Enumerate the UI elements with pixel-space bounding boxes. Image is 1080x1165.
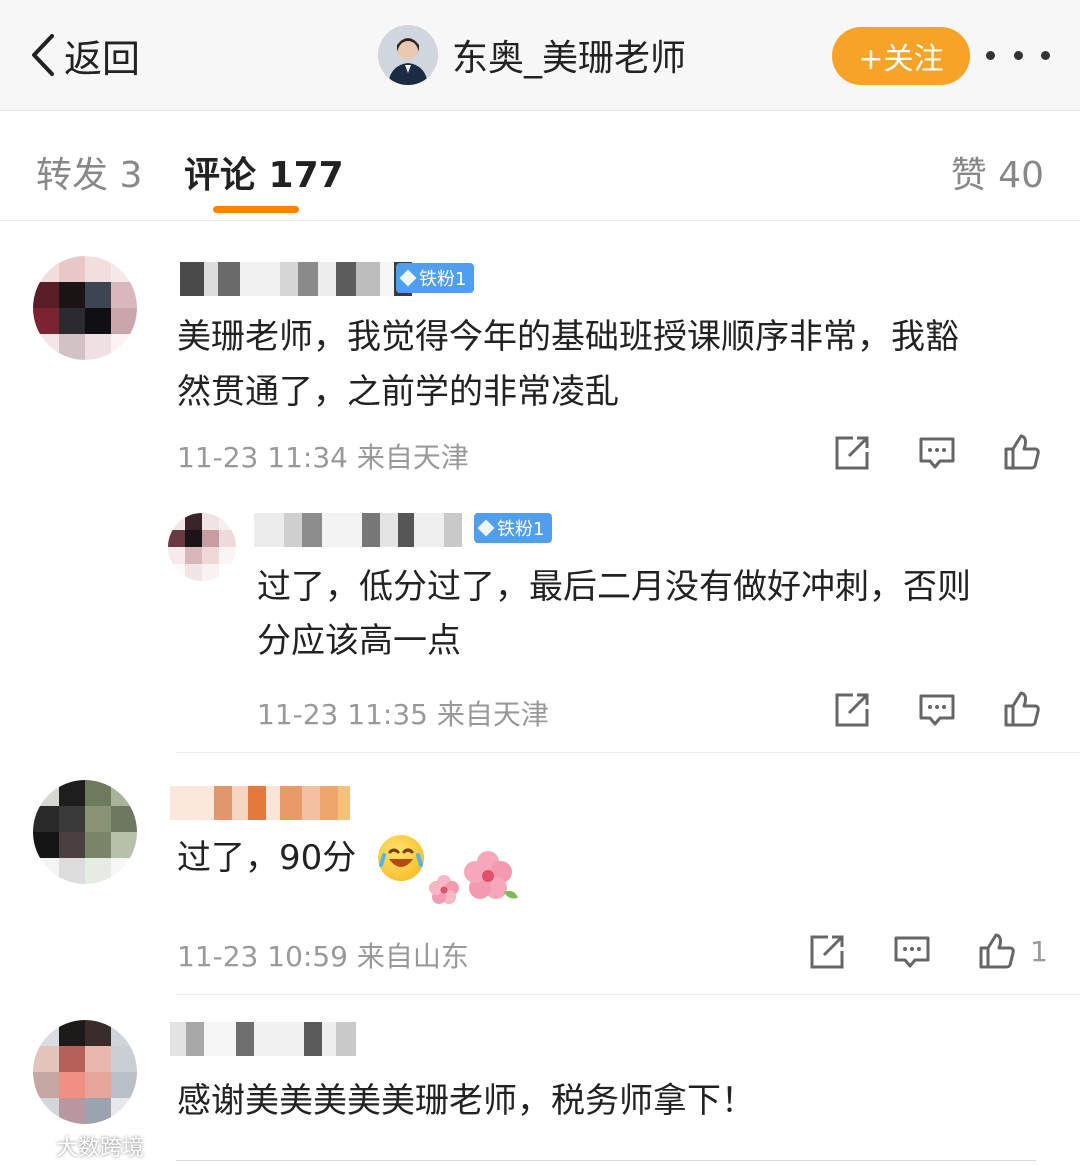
tab-like[interactable]: 赞 40 xyxy=(951,146,1044,198)
like-icon[interactable] xyxy=(1003,690,1041,728)
back-chevron-icon xyxy=(32,34,54,76)
like-icon[interactable] xyxy=(1003,433,1041,471)
comment-text-line: 过了，低分过了，最后二月没有做好冲刺，否则 xyxy=(257,567,971,607)
tab-repost[interactable]: 转发 3 xyxy=(36,146,142,198)
partial-action-row xyxy=(176,1160,1036,1161)
diamond-icon xyxy=(399,269,417,287)
watermark: 大数跨境 xyxy=(10,1130,144,1162)
fan-badge-label: 铁粉1 xyxy=(497,519,545,540)
comment-text-line: 分应该高一点 xyxy=(257,621,461,661)
share-icon[interactable] xyxy=(808,933,846,971)
laughing-emoji-icon xyxy=(378,835,424,881)
tab-bar: 转发 3 评论 177 赞 40 xyxy=(0,112,1080,221)
flower-icon xyxy=(429,851,518,904)
comment-icon[interactable] xyxy=(918,691,956,729)
like-count: 1 xyxy=(1030,935,1048,968)
comment-meta: 11-23 11:35 来自天津 xyxy=(257,698,549,731)
comment-divider xyxy=(176,994,1080,995)
watermark-logo-icon xyxy=(12,1136,48,1156)
account-name: 东奥_美珊老师 xyxy=(452,38,687,79)
fan-badge-label: 铁粉1 xyxy=(419,269,467,290)
comment-text-line: 过了，90分 xyxy=(177,838,357,878)
commenter-username-blurred[interactable] xyxy=(180,262,412,296)
back-label: 返回 xyxy=(64,36,141,81)
active-tab-indicator xyxy=(213,206,299,213)
watermark-text: 大数跨境 xyxy=(56,1136,145,1161)
comment-icon[interactable] xyxy=(893,933,931,971)
follow-button[interactable]: +关注 xyxy=(832,27,970,85)
more-dots-icon[interactable] xyxy=(986,44,1050,66)
commenter-avatar[interactable] xyxy=(33,1020,137,1124)
commenter-avatar[interactable] xyxy=(33,256,137,360)
share-icon[interactable] xyxy=(833,691,871,729)
comment-text-line: 感谢美美美美美珊老师，税务师拿下！ xyxy=(177,1081,755,1121)
fan-badge: 铁粉1 xyxy=(474,513,553,543)
fan-badge: 铁粉1 xyxy=(396,263,475,293)
comment-text-line: 然贯通了，之前学的非常凌乱 xyxy=(177,372,619,412)
commenter-username-blurred[interactable] xyxy=(254,513,462,547)
commenter-username-blurred[interactable] xyxy=(170,1022,356,1056)
share-icon[interactable] xyxy=(833,434,871,472)
comment-meta: 11-23 11:34 来自天津 xyxy=(177,441,469,474)
back-button[interactable]: 返回 xyxy=(28,30,141,81)
comment-icon[interactable] xyxy=(918,434,956,472)
diamond-icon xyxy=(477,519,495,537)
like-icon[interactable] xyxy=(978,932,1016,970)
comment-divider xyxy=(176,752,1080,753)
top-nav-bar: 返回 东奥_美珊老师 +关注 xyxy=(0,0,1080,111)
tab-comment[interactable]: 评论 177 xyxy=(184,146,344,198)
account-header[interactable]: 东奥_美珊老师 xyxy=(378,24,686,86)
commenter-avatar[interactable] xyxy=(33,780,137,884)
comment-meta: 11-23 10:59 来自山东 xyxy=(177,940,469,973)
account-avatar[interactable] xyxy=(378,25,438,85)
comment-text-line: 美珊老师，我觉得今年的基础班授课顺序非常，我豁 xyxy=(177,317,959,357)
commenter-avatar[interactable] xyxy=(168,513,236,581)
commenter-username-blurred[interactable] xyxy=(170,786,350,820)
